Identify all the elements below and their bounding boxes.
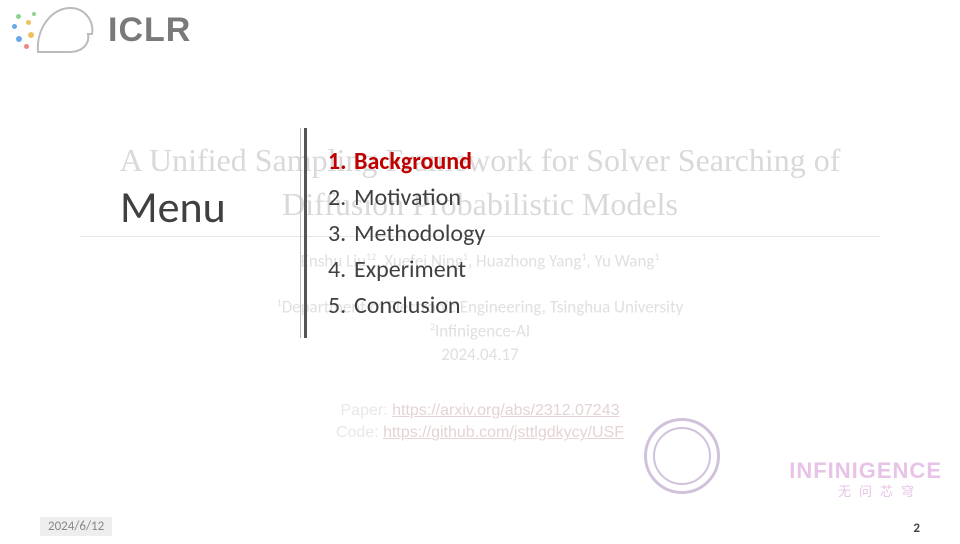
presentation-date: 2024.04.17 [0, 344, 960, 365]
code-label: Code: [336, 424, 383, 441]
menu-heading: Menu [120, 180, 226, 234]
footer-date: 2024/6/12 [40, 517, 112, 536]
menu-item-methodology[interactable]: 3.Methodology [328, 219, 485, 248]
menu-list: 1.Background 2.Motivation 3.Methodology … [328, 140, 485, 327]
footer-page-number: 2 [913, 521, 920, 536]
menu-item-conclusion[interactable]: 5.Conclusion [328, 291, 485, 320]
menu-item-motivation[interactable]: 2.Motivation [328, 183, 485, 212]
paper-link[interactable]: https://arxiv.org/abs/2312.07243 [392, 402, 619, 419]
menu-item-experiment[interactable]: 4.Experiment [328, 255, 485, 284]
infinigence-logo-subtext: 无问芯穹 [838, 481, 922, 500]
code-link[interactable]: https://github.com/jsttlgdkycy/USF [383, 424, 624, 441]
menu-divider [304, 128, 307, 338]
slide: ICLR A Unified Sampling Framework for So… [0, 0, 960, 544]
links-block: Paper: https://arxiv.org/abs/2312.07243 … [0, 400, 960, 445]
university-seal-icon [644, 418, 720, 494]
paper-label: Paper: [341, 402, 393, 419]
footer: 2024/6/12 2 [0, 516, 960, 538]
menu-item-background[interactable]: 1.Background [328, 147, 485, 176]
